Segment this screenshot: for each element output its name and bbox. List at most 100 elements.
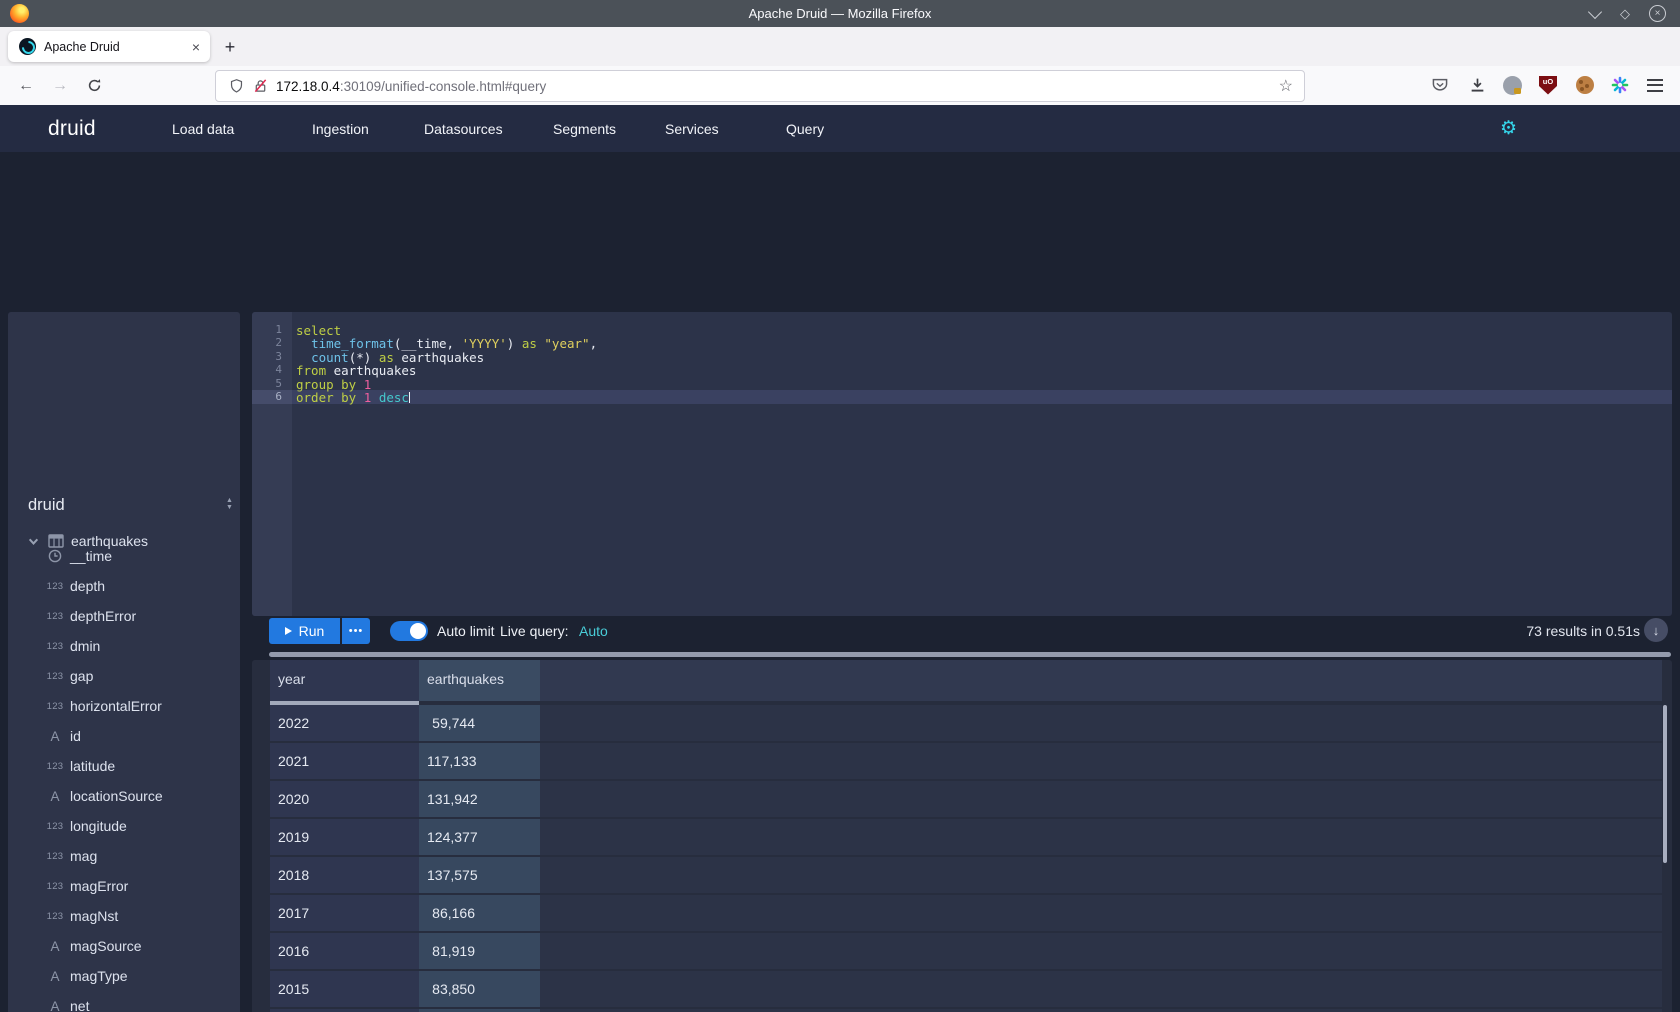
play-icon — [285, 627, 292, 635]
url-host: 172.18.0.4 — [276, 79, 340, 94]
bookmark-star-icon[interactable]: ☆ — [1279, 76, 1293, 96]
nav-load-data[interactable]: Load data — [172, 105, 234, 152]
line-number: 1 — [252, 323, 282, 336]
menu-hamburger-icon[interactable] — [1643, 73, 1667, 97]
code-line-4[interactable]: from earthquakes — [292, 363, 416, 376]
new-tab-button[interactable]: + — [218, 35, 242, 59]
cell-year[interactable]: 2015 — [270, 971, 419, 1007]
screen: Apache Druid — Mozilla Firefox ◇ × Apach… — [0, 0, 1680, 1012]
results-panel: year earthquakes 202259,7442021117,13320… — [252, 660, 1672, 1012]
code-line-2[interactable]: time_format(__time, 'YYYY') as "year", — [292, 336, 597, 349]
download-results-button[interactable]: ↓ — [1644, 618, 1668, 642]
window-title: Apache Druid — Mozilla Firefox — [0, 0, 1680, 27]
sidebar-column-net[interactable]: Anet — [8, 991, 240, 1012]
sidebar-column-longitude[interactable]: 123longitude — [8, 811, 240, 841]
cell-earthquakes[interactable]: 81,919 — [419, 933, 540, 969]
window-minimize-button[interactable] — [1590, 0, 1600, 27]
number-type-icon: 123 — [44, 761, 66, 772]
downloads-icon[interactable] — [1465, 73, 1489, 97]
sidebar-column-magNst[interactable]: 123magNst — [8, 901, 240, 931]
cookie-extension-icon[interactable] — [1573, 73, 1597, 97]
sidebar-column-dmin[interactable]: 123dmin — [8, 631, 240, 661]
tab-bar: Apache Druid × + — [0, 27, 1680, 67]
number-type-icon: 123 — [44, 611, 66, 622]
sidebar-column-magSource[interactable]: AmagSource — [8, 931, 240, 961]
diamond-icon: ◇ — [1620, 0, 1630, 27]
cell-year[interactable]: 2021 — [270, 743, 419, 779]
pane-splitter-handle[interactable] — [269, 652, 1671, 657]
cell-year[interactable]: 2017 — [270, 895, 419, 931]
cell-earthquakes[interactable]: 117,133 — [419, 743, 540, 779]
string-type-icon: A — [44, 999, 66, 1012]
sidebar-column-latitude[interactable]: 123latitude — [8, 751, 240, 781]
url-bar[interactable]: 172.18.0.4:30109/unified-console.html#qu… — [215, 70, 1305, 102]
sidebar-column-depth[interactable]: 123depth — [8, 571, 240, 601]
window-maximize-button[interactable]: ◇ — [1620, 0, 1630, 27]
cell-earthquakes[interactable]: 137,575 — [419, 857, 540, 893]
forward-button[interactable]: → — [46, 66, 74, 105]
code-line-3[interactable]: count(*) as earthquakes — [292, 350, 484, 363]
sidebar-column-magType[interactable]: AmagType — [8, 961, 240, 991]
run-button[interactable]: Run — [269, 618, 340, 644]
cell-earthquakes[interactable]: 124,377 — [419, 819, 540, 855]
column-header-year[interactable]: year — [270, 660, 419, 701]
column-label: net — [70, 998, 89, 1012]
run-more-button[interactable]: ••• — [342, 618, 370, 644]
reload-button[interactable] — [80, 66, 108, 105]
cell-year[interactable]: 2016 — [270, 933, 419, 969]
sidebar-column-depthError[interactable]: 123depthError — [8, 601, 240, 631]
cell-year[interactable]: 2022 — [270, 705, 419, 741]
schema-name[interactable]: druid — [28, 496, 65, 515]
spark-extension-icon[interactable] — [1608, 73, 1632, 97]
nav-segments[interactable]: Segments — [553, 105, 616, 152]
druid-header: druid Load data Ingestion Datasources Se… — [0, 105, 1680, 152]
cell-earthquakes[interactable]: 131,942 — [419, 781, 540, 817]
time-type-icon — [44, 549, 66, 563]
code-line-6[interactable]: order by 1 desc — [292, 390, 410, 403]
ublock-origin-icon[interactable]: uO — [1536, 73, 1560, 97]
column-label: depth — [70, 578, 105, 594]
sidebar-column-horizontalError[interactable]: 123horizontalError — [8, 691, 240, 721]
cell-earthquakes[interactable]: 59,744 — [419, 705, 540, 741]
window-close-button[interactable]: × — [1649, 0, 1666, 27]
column-header-earthquakes[interactable]: earthquakes — [419, 660, 540, 701]
live-query-value[interactable]: Auto — [579, 623, 608, 639]
code-line-5[interactable]: group by 1 — [292, 377, 371, 390]
column-label: longitude — [70, 818, 127, 834]
back-button[interactable]: ← — [12, 66, 40, 105]
cell-year[interactable]: 2020 — [270, 781, 419, 817]
settings-gear-icon[interactable]: ⚙ — [1500, 105, 1517, 152]
line-number: 6 — [252, 390, 292, 403]
nav-services[interactable]: Services — [665, 105, 719, 152]
cell-year[interactable]: 2018 — [270, 857, 419, 893]
sidebar-column-mag[interactable]: 123mag — [8, 841, 240, 871]
code-line-1[interactable]: select — [292, 323, 341, 336]
tab-close-icon[interactable]: × — [192, 39, 200, 55]
column-label: magType — [70, 968, 128, 984]
double-caret-icon[interactable]: ▲▼ — [226, 497, 233, 511]
auto-limit-toggle[interactable] — [390, 621, 428, 641]
cell-year[interactable]: 2019 — [270, 819, 419, 855]
number-type-icon: 123 — [44, 641, 66, 652]
sidebar-column-__time[interactable]: __time — [8, 541, 240, 571]
shield-icon[interactable] — [229, 78, 244, 94]
nav-datasources[interactable]: Datasources — [424, 105, 503, 152]
number-type-icon: 123 — [44, 881, 66, 892]
sidebar-column-gap[interactable]: 123gap — [8, 661, 240, 691]
line-number: 2 — [252, 336, 282, 349]
sidebar-column-magError[interactable]: 123magError — [8, 871, 240, 901]
cell-earthquakes[interactable]: 86,166 — [419, 895, 540, 931]
sidebar-column-id[interactable]: Aid — [8, 721, 240, 751]
druid-brand[interactable]: druid — [48, 105, 96, 152]
browser-tab[interactable]: Apache Druid × — [8, 31, 210, 62]
pocket-icon[interactable] — [1428, 73, 1452, 97]
cell-earthquakes[interactable]: 83,850 — [419, 971, 540, 1007]
lock-insecure-icon[interactable] — [253, 78, 268, 94]
extension-account-icon[interactable] — [1500, 73, 1524, 97]
column-label: magNst — [70, 908, 118, 924]
nav-query-label[interactable]: Query — [786, 105, 824, 152]
sql-editor[interactable]: 123456 select time_format(__time, 'YYYY'… — [252, 312, 1672, 616]
sidebar-column-locationSource[interactable]: AlocationSource — [8, 781, 240, 811]
vertical-scrollbar[interactable] — [1663, 705, 1667, 863]
nav-ingestion[interactable]: Ingestion — [312, 105, 369, 152]
